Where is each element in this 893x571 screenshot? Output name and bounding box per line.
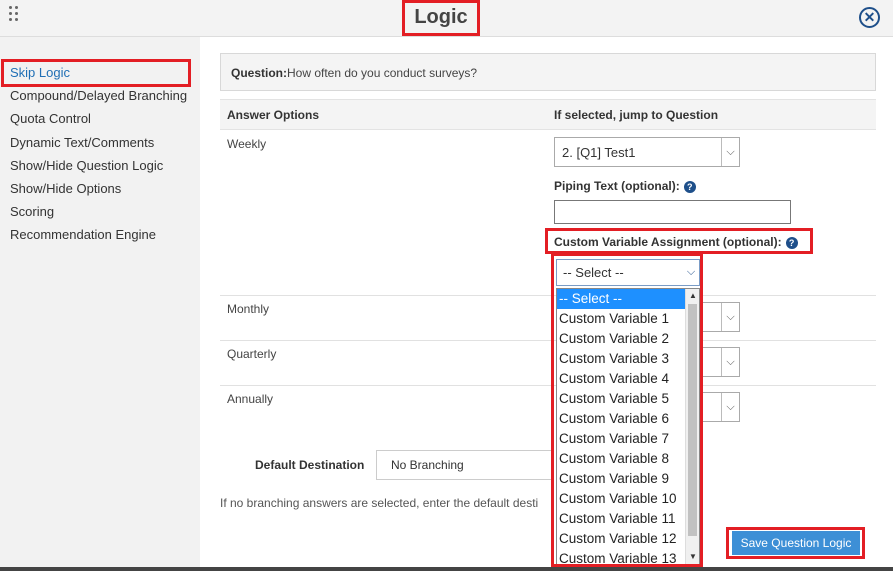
custom-variable-label-text: Custom Variable Assignment (optional): <box>554 235 782 249</box>
row-divider <box>220 295 876 296</box>
jump-select-weekly[interactable]: 2. [Q1] Test1 ⌵ <box>554 137 740 167</box>
option-custom-variable-5[interactable]: Custom Variable 5 <box>557 389 685 409</box>
option-custom-variable-4[interactable]: Custom Variable 4 <box>557 369 685 389</box>
default-destination-value: No Branching <box>391 458 464 472</box>
answer-annually: Annually <box>227 392 274 406</box>
sidebar-item-quota-control[interactable]: Quota Control <box>10 111 91 126</box>
help-icon[interactable]: ? <box>683 180 696 193</box>
row-divider <box>220 385 876 386</box>
table-header: Answer Options If selected, jump to Ques… <box>220 99 876 130</box>
page-title: Logic <box>414 6 468 28</box>
custom-variable-label: Custom Variable Assignment (optional):? <box>554 235 798 249</box>
column-header-answer: Answer Options <box>227 108 320 122</box>
question-text: How often do you conduct surveys? <box>287 66 478 80</box>
option-custom-variable-3[interactable]: Custom Variable 3 <box>557 349 685 369</box>
jump-select-quarterly[interactable]: ⌵ <box>700 347 740 377</box>
question-label: Question: <box>231 66 287 80</box>
piping-text-input[interactable] <box>554 200 791 224</box>
column-header-jump: If selected, jump to Question <box>554 108 719 122</box>
option-custom-variable-6[interactable]: Custom Variable 6 <box>557 409 685 429</box>
chevron-down-icon: ⌵ <box>721 348 739 376</box>
option-custom-variable-13[interactable]: Custom Variable 13 <box>557 549 685 564</box>
drag-handle-icon[interactable] <box>9 6 21 24</box>
custom-variable-select[interactable]: -- Select -- ⌵ <box>556 259 700 286</box>
option-custom-variable-9[interactable]: Custom Variable 9 <box>557 469 685 489</box>
sidebar-item-dynamic-text[interactable]: Dynamic Text/Comments <box>10 135 154 150</box>
dropdown-scrollbar[interactable]: ▲ ▼ <box>685 289 699 564</box>
option-custom-variable-10[interactable]: Custom Variable 10 <box>557 489 685 509</box>
answer-weekly: Weekly <box>227 137 267 151</box>
sidebar-item-skip-logic[interactable]: Skip Logic <box>10 65 70 80</box>
option-custom-variable-12[interactable]: Custom Variable 12 <box>557 529 685 549</box>
custom-variable-options[interactable]: -- Select -- Custom Variable 1 Custom Va… <box>556 288 700 565</box>
jump-select-annually[interactable]: ⌵ <box>700 392 740 422</box>
piping-text-label-text: Piping Text (optional): <box>554 179 680 193</box>
help-icon[interactable]: ? <box>785 236 798 249</box>
question-banner: Question: How often do you conduct surve… <box>220 53 876 91</box>
sidebar-item-compound-branching[interactable]: Compound/Delayed Branching <box>10 88 187 103</box>
chevron-down-icon: ⌵ <box>721 138 739 166</box>
default-destination-note: If no branching answers are selected, en… <box>220 496 539 510</box>
row-divider <box>220 340 876 341</box>
chevron-down-icon: ⌵ <box>686 266 696 278</box>
jump-select-monthly[interactable]: ⌵ <box>700 302 740 332</box>
sidebar-item-show-hide-question[interactable]: Show/Hide Question Logic <box>10 158 163 173</box>
option-custom-variable-2[interactable]: Custom Variable 2 <box>557 329 685 349</box>
option-select[interactable]: -- Select -- <box>557 289 685 309</box>
piping-text-label: Piping Text (optional):? <box>554 179 696 193</box>
sidebar: Skip Logic Compound/Delayed Branching Qu… <box>0 37 200 567</box>
option-custom-variable-1[interactable]: Custom Variable 1 <box>557 309 685 329</box>
sidebar-item-show-hide-options[interactable]: Show/Hide Options <box>10 181 121 196</box>
sidebar-item-scoring[interactable]: Scoring <box>10 204 54 219</box>
option-custom-variable-8[interactable]: Custom Variable 8 <box>557 449 685 469</box>
option-custom-variable-11[interactable]: Custom Variable 11 <box>557 509 685 529</box>
default-destination-label: Default Destination <box>255 458 365 472</box>
close-icon[interactable]: ✕ <box>859 7 880 28</box>
chevron-down-icon: ⌵ <box>721 393 739 421</box>
scroll-up-icon[interactable]: ▲ <box>686 289 699 303</box>
option-custom-variable-7[interactable]: Custom Variable 7 <box>557 429 685 449</box>
sidebar-item-recommendation-engine[interactable]: Recommendation Engine <box>10 227 156 242</box>
jump-select-value: 2. [Q1] Test1 <box>562 145 636 160</box>
answer-quarterly: Quarterly <box>227 347 277 361</box>
scroll-down-icon[interactable]: ▼ <box>686 550 699 564</box>
save-question-logic-button[interactable]: Save Question Logic <box>732 531 860 555</box>
modal-header: Logic ✕ <box>0 0 893 37</box>
bottom-bar <box>0 567 893 571</box>
scroll-thumb[interactable] <box>688 304 697 536</box>
custom-variable-selected: -- Select -- <box>563 265 624 280</box>
answer-monthly: Monthly <box>227 302 270 316</box>
default-destination-select[interactable]: No Branching <box>376 450 554 480</box>
title-highlight: Logic <box>402 0 480 36</box>
chevron-down-icon: ⌵ <box>721 303 739 331</box>
